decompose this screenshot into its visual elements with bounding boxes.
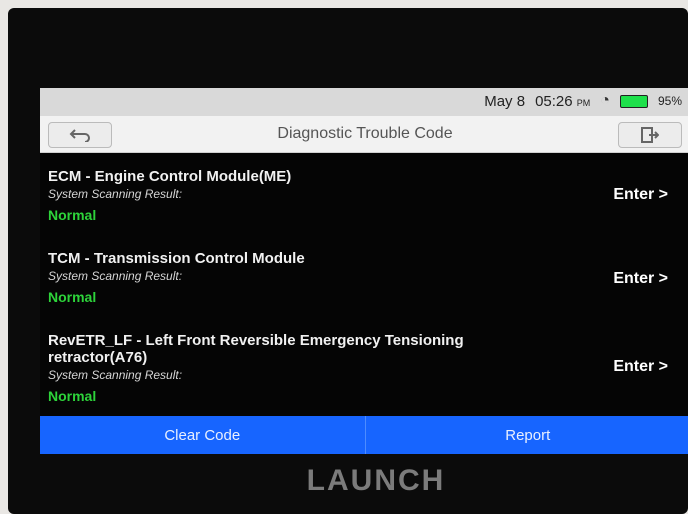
report-button[interactable]: Report (365, 416, 688, 454)
enter-button-tcm[interactable]: Enter > (613, 270, 668, 288)
module-status: Normal (48, 207, 97, 223)
module-result-label: System Scanning Result: (48, 269, 183, 283)
status-bar: May 8 05:26 PM ◔ 95% (40, 88, 688, 116)
module-item-ecm: ECM - Engine Control Module(ME) System S… (48, 168, 668, 223)
module-name: RevETR_LF - Left Front Reversible Emerge… (48, 332, 464, 366)
battery-icon (619, 94, 648, 108)
module-item-revetr: RevETR_LF - Left Front Reversible Emerge… (48, 332, 488, 404)
status-right: May 8 05:26 PM ◔ 95% (484, 92, 682, 110)
status-time: 05:26 PM (535, 92, 591, 110)
enter-button-ecm[interactable]: Enter > (613, 186, 668, 204)
exit-icon (641, 127, 659, 143)
status-date: May 8 (484, 92, 526, 110)
page-title: Diagnostic Trouble Code (277, 125, 453, 142)
screen: May 8 05:26 PM ◔ 95% Diagnostic Trouble … (40, 88, 688, 454)
exit-button[interactable] (618, 122, 682, 148)
status-ampm: PM (576, 97, 591, 108)
module-name: TCM - Transmission Control Module (48, 250, 305, 267)
module-result-label: System Scanning Result: (48, 368, 183, 382)
module-status: Normal (48, 388, 97, 404)
module-item-tcm: TCM - Transmission Control Module System… (48, 250, 668, 305)
battery-percent: 95% (657, 94, 682, 108)
module-status: Normal (48, 289, 97, 305)
bottom-action-bar: Clear Code Report (40, 416, 688, 454)
launch-logo: LAUNCH (306, 464, 446, 497)
enter-button-revetr[interactable]: Enter > (613, 358, 668, 376)
module-name: ECM - Engine Control Module(ME) (48, 168, 292, 185)
device-frame: May 8 05:26 PM ◔ 95% Diagnostic Trouble … (8, 8, 688, 514)
module-result-label: System Scanning Result: (48, 187, 183, 201)
clear-code-button[interactable]: Clear Code (40, 416, 366, 454)
wifi-icon: ◔ (600, 92, 610, 109)
title-bar: Diagnostic Trouble Code (40, 116, 688, 153)
